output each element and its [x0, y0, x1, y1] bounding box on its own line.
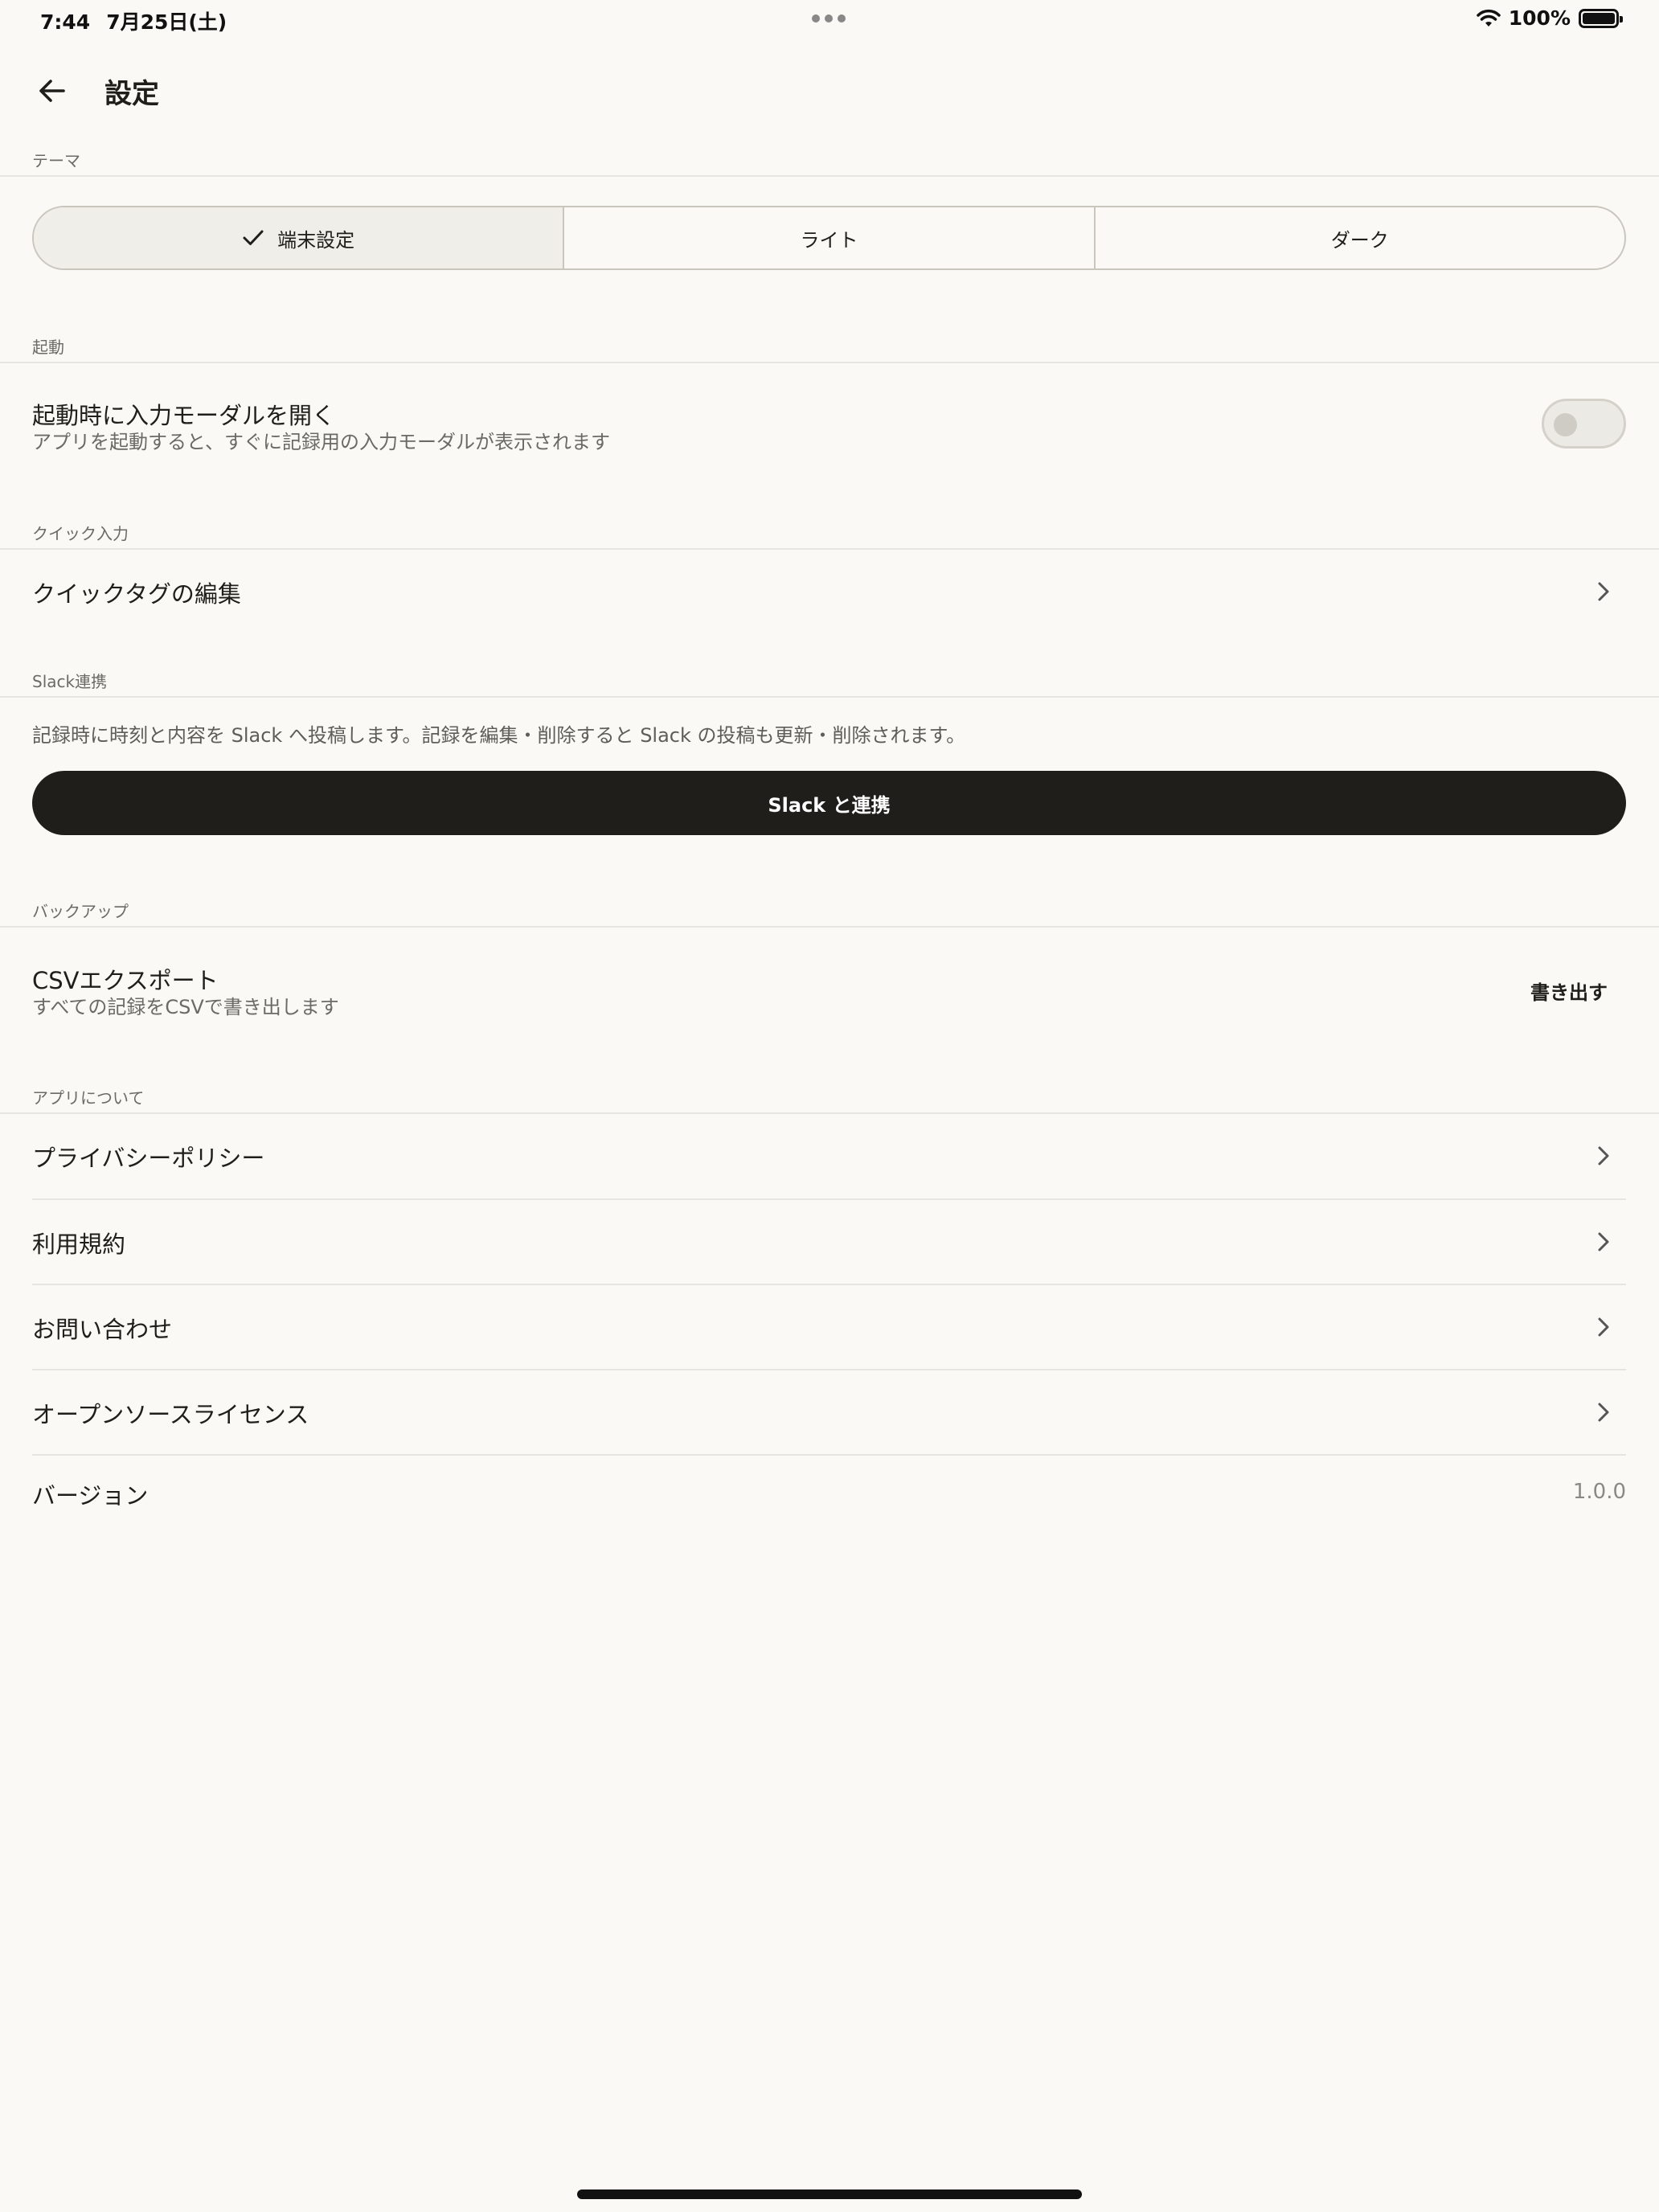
section-label-backup: バックアップ [32, 902, 129, 921]
status-indicators: 100% [1477, 6, 1623, 30]
section-label-theme: テーマ [32, 151, 80, 170]
slack-connect-button[interactable]: Slack と連携 [32, 771, 1626, 835]
status-time-date: 7:44 7月25日(土) [40, 6, 227, 35]
theme-segmented-control: 端末設定 ライト ダーク [32, 206, 1626, 270]
list-item-label: オープンソースライセンス [32, 1401, 309, 1428]
divider [0, 696, 1659, 698]
section-label-about: アプリについて [32, 1088, 145, 1108]
chevron-right-icon [1598, 582, 1609, 601]
theme-option-dark[interactable]: ダーク [1093, 207, 1624, 268]
list-item-label: プライバシーポリシー [32, 1145, 265, 1172]
theme-option-label: ダーク [1330, 228, 1389, 252]
open-source-licenses-row[interactable]: オープンソースライセンス [0, 1370, 1659, 1454]
divider [0, 175, 1659, 177]
toggle-knob [1554, 413, 1577, 436]
back-button[interactable] [32, 71, 72, 111]
checkmark-icon [243, 230, 264, 245]
slack-description: 記録時に時刻と内容を Slack へ投稿します。記録を編集・削除すると Slac… [32, 724, 966, 747]
divider [0, 926, 1659, 928]
section-label-startup: 起動 [32, 338, 64, 357]
terms-of-service-row[interactable]: 利用規約 [0, 1200, 1659, 1284]
list-item-label: お問い合わせ [32, 1316, 173, 1343]
arrow-left-icon [39, 80, 65, 102]
version-value: 1.0.0 [1572, 1480, 1626, 1504]
battery-icon [1579, 8, 1623, 28]
version-label: バージョン [32, 1482, 149, 1509]
wifi-icon [1477, 9, 1501, 27]
chevron-right-icon [1598, 1317, 1609, 1337]
csv-export-button[interactable]: 書き出す [1511, 973, 1627, 1008]
theme-option-label: ライト [800, 228, 858, 252]
list-item-label: 利用規約 [32, 1231, 126, 1258]
app-header: 設定 [32, 63, 159, 119]
multitasking-dots-icon[interactable] [812, 14, 846, 23]
quick-tag-edit-label: クイックタグの編集 [32, 580, 241, 608]
chevron-right-icon [1598, 1232, 1609, 1251]
settings-screen: 7:44 7月25日(土) 100% 設定 テーマ 端末設定 ライト ダーク 起… [0, 0, 1659, 2212]
chevron-right-icon [1598, 1146, 1609, 1165]
battery-percent: 100% [1508, 6, 1571, 30]
home-indicator[interactable] [577, 2189, 1082, 2199]
section-label-slack: Slack連携 [32, 672, 108, 691]
quick-tag-edit-row[interactable]: クイックタグの編集 [0, 550, 1659, 633]
privacy-policy-row[interactable]: プライバシーポリシー [0, 1114, 1659, 1198]
startup-modal-subtitle: アプリを起動すると、すぐに記録用の入力モーダルが表示されます [32, 431, 611, 453]
divider [0, 362, 1659, 363]
status-date: 7月25日(土) [106, 10, 227, 34]
section-label-quick-input: クイック入力 [32, 524, 129, 543]
contact-row[interactable]: お問い合わせ [0, 1285, 1659, 1369]
chevron-right-icon [1598, 1403, 1609, 1422]
divider [32, 1454, 1626, 1456]
csv-export-subtitle: すべての記録をCSVで書き出します [32, 996, 339, 1018]
theme-option-label: 端末設定 [277, 228, 355, 252]
page-title: 設定 [104, 77, 159, 110]
theme-option-light[interactable]: ライト [563, 207, 1093, 268]
status-time: 7:44 [40, 10, 91, 34]
status-bar: 7:44 7月25日(土) 100% [0, 0, 1659, 39]
startup-modal-toggle[interactable] [1542, 399, 1626, 449]
theme-option-system[interactable]: 端末設定 [34, 207, 563, 268]
